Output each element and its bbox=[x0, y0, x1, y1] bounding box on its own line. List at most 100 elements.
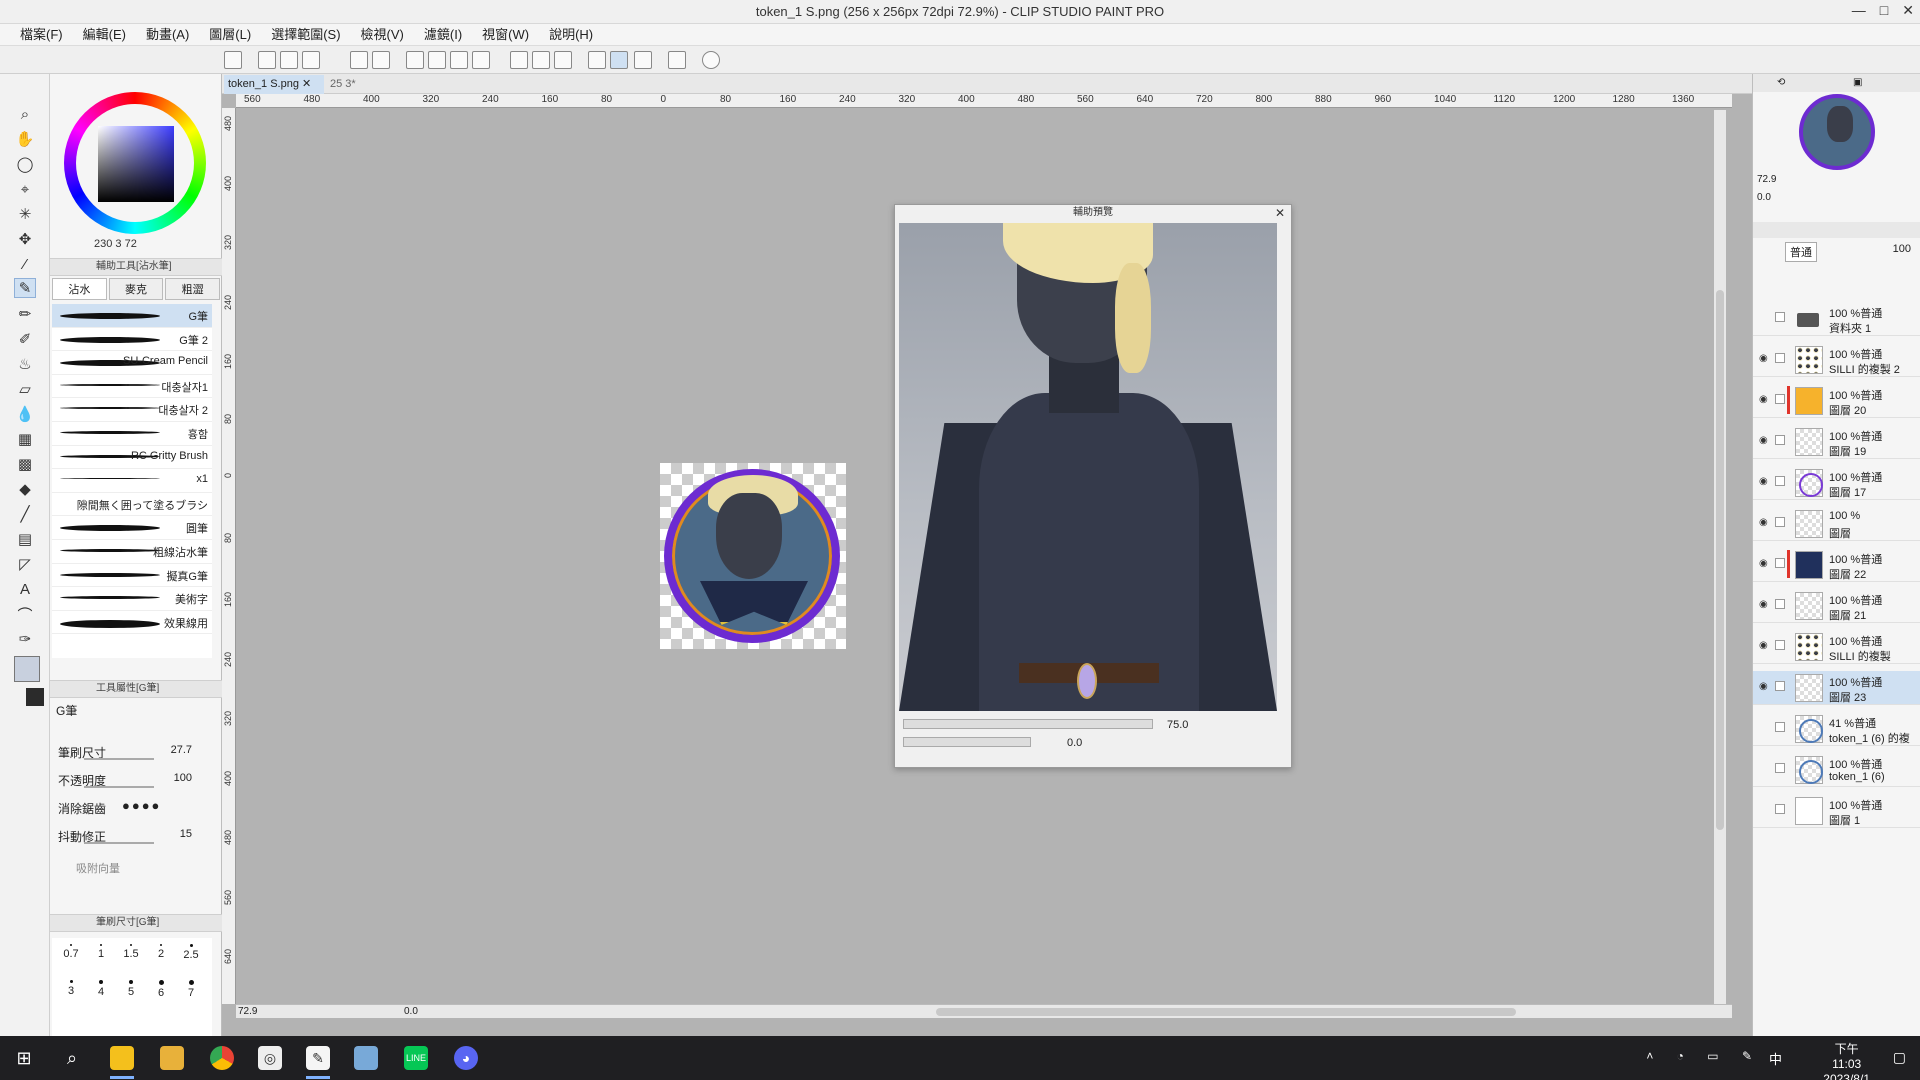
subtool-tab-rough[interactable]: 粗澀 bbox=[165, 278, 221, 300]
document-tab[interactable]: token_1 S.png ✕ bbox=[224, 75, 324, 94]
layer-row[interactable]: ◉ 100 %普通 圖層 20 bbox=[1753, 384, 1920, 418]
maximize-button[interactable]: □ bbox=[1880, 2, 1888, 19]
opacity-row[interactable]: 不透明度 100 bbox=[56, 770, 216, 788]
brush-size-row[interactable]: 筆刷尺寸 27.7 bbox=[56, 742, 216, 760]
brush-item[interactable]: 隙間無く囲って塗るブラシ bbox=[52, 493, 212, 517]
sub-view-zoom[interactable]: 75.0 bbox=[1167, 719, 1188, 731]
subtool-tab-marker[interactable]: 麥克 bbox=[108, 278, 164, 300]
brush-item[interactable]: 粗線沾水筆 bbox=[52, 540, 212, 564]
pencil-tool-icon[interactable]: ✏ bbox=[14, 304, 36, 324]
brush-item[interactable]: 效果線用 bbox=[52, 611, 212, 635]
magic-wand-tool-icon[interactable]: ✳ bbox=[14, 204, 36, 224]
layer-lock-checkbox[interactable] bbox=[1775, 599, 1785, 609]
close-icon[interactable]: ✕ bbox=[1275, 205, 1285, 221]
brush-item[interactable]: SU-Cream Pencil bbox=[52, 351, 212, 375]
line-tool-icon[interactable]: ╱ bbox=[14, 504, 36, 524]
menu-help[interactable]: 說明(H) bbox=[539, 24, 603, 46]
brush-item[interactable]: 圓筆 bbox=[52, 516, 212, 540]
history-tab-icon[interactable]: ⟲ bbox=[1777, 77, 1785, 88]
navigator-rotation[interactable]: 0.0 bbox=[1757, 192, 1771, 203]
layer-row[interactable]: 100 %普通 資料夾 1 bbox=[1753, 302, 1920, 336]
hand-tool-icon[interactable]: ✋ bbox=[14, 129, 36, 149]
size-preset[interactable]: 3 bbox=[56, 974, 86, 1006]
visibility-eye-icon[interactable]: ◉ bbox=[1759, 435, 1768, 446]
size-preset[interactable]: 5 bbox=[116, 974, 146, 1006]
layer-row[interactable]: ◉ 100 %普通 圖層 23 bbox=[1753, 671, 1920, 705]
layer-row[interactable]: ◉ 100 %普通 SILLI 的複製 2 bbox=[1753, 343, 1920, 377]
color-square[interactable] bbox=[98, 126, 174, 202]
move-tool-icon[interactable]: ✥ bbox=[14, 229, 36, 249]
visibility-eye-icon[interactable]: ◉ bbox=[1759, 558, 1768, 569]
correct-line-tool-icon[interactable]: ✑ bbox=[14, 629, 36, 649]
ime-indicator[interactable]: 中 bbox=[1769, 1049, 1782, 1068]
crop-icon[interactable] bbox=[472, 51, 490, 69]
canvas-vertical-scrollbar[interactable] bbox=[1714, 110, 1726, 1004]
line-icon[interactable]: LINE bbox=[404, 1046, 428, 1070]
sub-view-rotate-slider[interactable] bbox=[903, 737, 1031, 747]
menu-window[interactable]: 視窗(W) bbox=[472, 24, 539, 46]
layer-row[interactable]: ◉ 100 %普通 圖層 19 bbox=[1753, 425, 1920, 459]
layer-row[interactable]: 100 %普通 token_1 (6) bbox=[1753, 753, 1920, 787]
clear-icon[interactable] bbox=[406, 51, 424, 69]
snap-row[interactable]: 吸附向量 bbox=[56, 858, 216, 876]
layer-row[interactable]: ◉ 100 %普通 圖層 17 bbox=[1753, 466, 1920, 500]
menu-file[interactable]: 檔案(F) bbox=[10, 24, 73, 46]
help-icon[interactable] bbox=[702, 51, 720, 69]
layer-lock-checkbox[interactable] bbox=[1775, 353, 1785, 363]
menu-layer[interactable]: 圖層(L) bbox=[199, 24, 261, 46]
visibility-eye-icon[interactable]: ◉ bbox=[1759, 599, 1768, 610]
ruler-tool-icon[interactable]: ◸ bbox=[14, 554, 36, 574]
brush-item[interactable]: 대충살자 2 bbox=[52, 398, 212, 422]
menu-animation[interactable]: 動畫(A) bbox=[136, 24, 199, 46]
stabilization-row[interactable]: 抖動修正 15 bbox=[56, 826, 216, 844]
minimize-button[interactable]: — bbox=[1852, 2, 1866, 19]
chrome-icon[interactable] bbox=[210, 1046, 234, 1070]
canvas-horizontal-scrollbar[interactable] bbox=[936, 1008, 1516, 1016]
layer-lock-checkbox[interactable] bbox=[1775, 476, 1785, 486]
selection-border-icon[interactable] bbox=[554, 51, 572, 69]
layer-row[interactable]: 100 %普通 圖層 1 bbox=[1753, 794, 1920, 828]
clip-studio-paint-icon[interactable]: ✎ bbox=[306, 1046, 330, 1070]
brush-item[interactable]: 美術字 bbox=[52, 587, 212, 611]
layer-lock-checkbox[interactable] bbox=[1775, 681, 1785, 691]
document-tab-2[interactable]: 25 3* bbox=[326, 75, 416, 94]
deselect-icon[interactable] bbox=[510, 51, 528, 69]
open-file-icon[interactable] bbox=[280, 51, 298, 69]
visibility-eye-icon[interactable]: ◉ bbox=[1759, 476, 1768, 487]
antialias-options[interactable]: ●●●● bbox=[122, 798, 161, 813]
size-preset[interactable]: 2.5 bbox=[176, 938, 206, 970]
main-color-swatch[interactable] bbox=[14, 656, 40, 682]
layer-lock-checkbox[interactable] bbox=[1775, 517, 1785, 527]
navigator-zoom[interactable]: 72.9 bbox=[1757, 174, 1776, 185]
layer-row[interactable]: ◉ 100 %普通 SILLI 的複製 bbox=[1753, 630, 1920, 664]
pen-tool-icon[interactable]: ✎ bbox=[14, 278, 36, 298]
eraser-tool-icon[interactable]: ▱ bbox=[14, 379, 36, 399]
lasso-tool-icon[interactable]: ◯ bbox=[14, 154, 36, 174]
layer-row[interactable]: ◉ 100 %普通 圖層 21 bbox=[1753, 589, 1920, 623]
layer-lock-checkbox[interactable] bbox=[1775, 804, 1785, 814]
zoom-readout[interactable]: 72.9 bbox=[238, 1006, 257, 1017]
size-preset[interactable]: 7 bbox=[176, 974, 206, 1006]
layer-row[interactable]: ◉ 100 %普通 圖層 22 bbox=[1753, 548, 1920, 582]
gradient-tool-icon[interactable]: ▩ bbox=[14, 454, 36, 474]
clip-studio-icon[interactable] bbox=[224, 51, 242, 69]
clip-studio-icon[interactable]: ◎ bbox=[258, 1046, 282, 1070]
visibility-eye-icon[interactable]: ◉ bbox=[1759, 640, 1768, 651]
close-button[interactable]: ✕ bbox=[1902, 2, 1914, 19]
rotation-readout[interactable]: 0.0 bbox=[404, 1006, 418, 1017]
eyedropper-tool-icon[interactable]: ⁄ bbox=[14, 254, 36, 274]
layer-lock-checkbox[interactable] bbox=[1775, 394, 1785, 404]
ruler-icon[interactable] bbox=[668, 51, 686, 69]
sticky-notes-icon[interactable] bbox=[110, 1046, 134, 1070]
size-preset[interactable]: 1.5 bbox=[116, 938, 146, 970]
sub-view-zoom-slider[interactable] bbox=[903, 719, 1153, 729]
save-icon[interactable] bbox=[302, 51, 320, 69]
clock[interactable]: 下午 11:03 2023/8/1 bbox=[1823, 1042, 1870, 1080]
decoration-tool-icon[interactable]: ▦ bbox=[14, 429, 36, 449]
windows-start-icon[interactable]: ⊞ bbox=[12, 1046, 36, 1070]
file-explorer-icon[interactable] bbox=[160, 1046, 184, 1070]
size-preset[interactable]: 0.7 bbox=[56, 938, 86, 970]
navigator-tab-icon[interactable]: ▣ bbox=[1853, 77, 1862, 88]
snap-ruler-icon[interactable] bbox=[588, 51, 606, 69]
brush-tool-icon[interactable]: ✐ bbox=[14, 329, 36, 349]
